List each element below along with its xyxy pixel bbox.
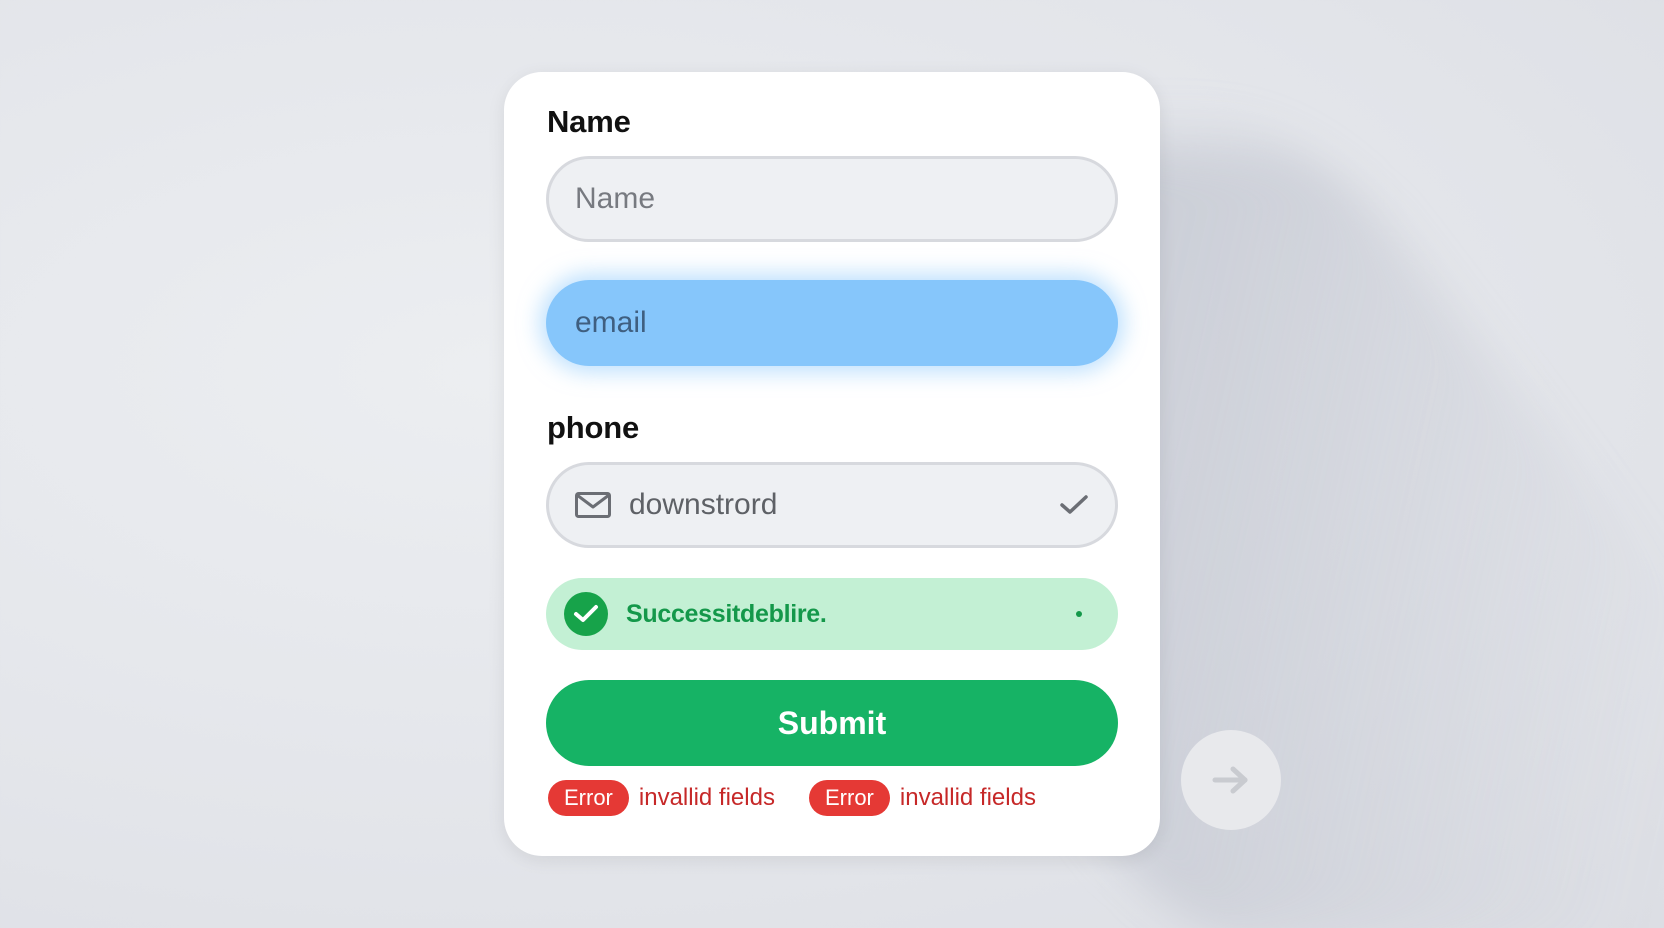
name-label: Name (547, 104, 631, 139)
phone-value: downstrord (629, 488, 778, 521)
phone-input[interactable]: downstrord (546, 462, 1118, 548)
mail-icon (575, 492, 611, 518)
check-circle-icon (564, 592, 608, 636)
form-card: Name Name email phone downstrord Success… (504, 72, 1160, 856)
email-input[interactable]: email (546, 280, 1118, 366)
error-text: invallid fields (638, 784, 775, 811)
email-placeholder: email (575, 306, 647, 339)
error-badge: Error (809, 780, 890, 816)
error-badge: Error (548, 780, 629, 816)
arrow-right-icon (1212, 766, 1248, 794)
next-button[interactable] (1181, 730, 1281, 830)
success-message: Successitdeblire. (546, 578, 1118, 650)
name-input[interactable]: Name (546, 156, 1118, 242)
submit-button[interactable]: Submit (546, 680, 1118, 766)
error-message: Error invallid fields (809, 780, 1036, 816)
success-dot (1076, 611, 1082, 617)
success-text: Successitdeblire. (626, 599, 827, 628)
name-placeholder: Name (575, 182, 656, 215)
check-icon (1060, 495, 1088, 514)
error-message: Error invallid fields (548, 780, 775, 816)
phone-label: phone (547, 410, 639, 445)
error-text: invallid fields (899, 784, 1036, 811)
